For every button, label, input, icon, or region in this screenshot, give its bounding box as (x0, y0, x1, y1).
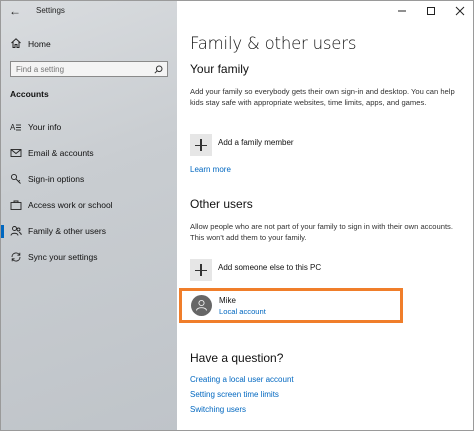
sidebar-item-label: Sync your settings (28, 252, 98, 262)
sidebar-item-family-other-users[interactable]: Family & other users (1, 222, 177, 240)
user-card-mike[interactable]: Mike Local account (179, 288, 403, 323)
window-title: Settings (36, 6, 65, 15)
sync-icon (11, 252, 21, 262)
key-icon (10, 173, 21, 184)
sidebar-item-sign-in-options[interactable]: Sign-in options (1, 170, 177, 188)
user-silhouette-icon (196, 299, 207, 311)
section-heading-question: Have a question? (190, 351, 284, 365)
section-heading-other-users: Other users (190, 197, 253, 211)
other-users-description: Allow people who are not part of your fa… (190, 222, 453, 242)
add-family-member-label[interactable]: Add a family member (218, 138, 294, 147)
main-content: Family & other users Your family Add you… (177, 1, 473, 430)
sidebar-item-label: Access work or school (28, 200, 113, 210)
avatar (191, 295, 212, 316)
active-indicator (1, 225, 4, 238)
add-someone-else-button[interactable] (190, 259, 212, 281)
page-title: Family & other users (190, 34, 357, 53)
sidebar-item-sync-settings[interactable]: Sync your settings (1, 248, 177, 266)
sidebar-item-label: Your info (28, 122, 62, 132)
person-card-icon: A (10, 123, 21, 132)
section-heading-family: Your family (190, 62, 249, 76)
close-icon[interactable] (453, 5, 467, 17)
maximize-icon[interactable] (424, 5, 438, 17)
sidebar-item-your-info[interactable]: A Your info (1, 118, 177, 136)
sidebar-item-label: Email & accounts (28, 148, 94, 158)
user-account-type: Local account (219, 307, 266, 316)
sidebar-item-label: Family & other users (28, 226, 106, 236)
help-link-local-account[interactable]: Creating a local user account (190, 375, 294, 384)
search-box[interactable] (10, 61, 168, 77)
title-bar: ← Settings (1, 1, 177, 23)
back-arrow-icon[interactable]: ← (9, 4, 21, 18)
sidebar-item-email-accounts[interactable]: Email & accounts (1, 144, 177, 162)
mail-icon (10, 149, 22, 157)
people-icon (10, 226, 22, 236)
sidebar: ← Settings Home Accounts A Your i (1, 1, 177, 430)
svg-text:A: A (10, 123, 16, 132)
family-description: Add your family so everybody gets their … (190, 87, 455, 107)
home-nav[interactable]: Home (10, 37, 170, 51)
help-link-screen-time[interactable]: Setting screen time limits (190, 390, 279, 399)
settings-window: ← Settings Home Accounts A Your i (0, 0, 474, 431)
window-controls (385, 1, 473, 23)
section-label-accounts: Accounts (10, 89, 49, 99)
sidebar-item-label: Sign-in options (28, 174, 85, 184)
user-name: Mike (219, 296, 236, 305)
help-link-switching-users[interactable]: Switching users (190, 405, 246, 414)
add-someone-else-label[interactable]: Add someone else to this PC (218, 263, 321, 272)
learn-more-link[interactable]: Learn more (190, 165, 231, 174)
search-icon[interactable] (154, 65, 163, 74)
search-input[interactable] (16, 65, 146, 74)
sidebar-item-access-work-school[interactable]: Access work or school (1, 196, 177, 214)
home-label: Home (28, 39, 51, 49)
home-icon (11, 38, 21, 48)
add-family-member-button[interactable] (190, 134, 212, 156)
briefcase-icon (10, 200, 22, 210)
minimize-icon[interactable] (395, 5, 409, 17)
